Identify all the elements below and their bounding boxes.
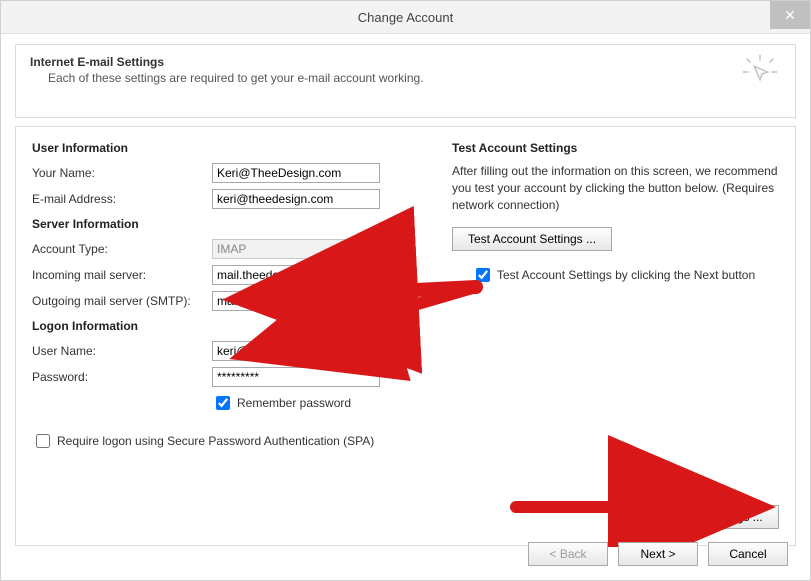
account-type-label: Account Type:	[32, 242, 212, 256]
window: Change Account ✕ Internet E-mail Setting…	[0, 0, 811, 581]
test-account-settings-button[interactable]: Test Account Settings ...	[452, 227, 612, 251]
incoming-label: Incoming mail server:	[32, 268, 212, 282]
header-subtitle: Each of these settings are required to g…	[48, 71, 781, 85]
section-logon-info: Logon Information	[32, 319, 422, 333]
test-description: After filling out the information on thi…	[452, 163, 779, 213]
outgoing-label: Outgoing mail server (SMTP):	[32, 294, 212, 308]
your-name-label: Your Name:	[32, 166, 212, 180]
right-column: Test Account Settings After filling out …	[452, 137, 779, 451]
header-title: Internet E-mail Settings	[30, 55, 781, 69]
section-user-info: User Information	[32, 141, 422, 155]
test-on-next-checkbox[interactable]	[476, 268, 490, 282]
remember-password-checkbox[interactable]	[216, 396, 230, 410]
test-on-next-label: Test Account Settings by clicking the Ne…	[497, 268, 755, 282]
back-button[interactable]: < Back	[528, 542, 608, 566]
window-title: Change Account	[358, 10, 453, 25]
section-test-title: Test Account Settings	[452, 141, 779, 155]
body-panel: User Information Your Name: E-mail Addre…	[15, 126, 796, 546]
footer-buttons: < Back Next > Cancel	[528, 542, 788, 566]
header-panel: Internet E-mail Settings Each of these s…	[15, 44, 796, 118]
email-input[interactable]	[212, 189, 380, 209]
chevron-down-icon: ⌄	[365, 242, 375, 256]
more-settings-button[interactable]: More Settings ...	[659, 505, 779, 529]
cancel-button[interactable]: Cancel	[708, 542, 788, 566]
account-type-select: IMAP ⌄	[212, 239, 380, 259]
left-column: User Information Your Name: E-mail Addre…	[32, 137, 422, 451]
close-button[interactable]: ✕	[770, 1, 810, 29]
close-icon: ✕	[784, 7, 796, 24]
remember-password-label: Remember password	[237, 396, 351, 410]
username-label: User Name:	[32, 344, 212, 358]
incoming-server-input[interactable]	[212, 265, 380, 285]
next-button[interactable]: Next >	[618, 542, 698, 566]
password-label: Password:	[32, 370, 212, 384]
your-name-input[interactable]	[212, 163, 380, 183]
email-label: E-mail Address:	[32, 192, 212, 206]
titlebar: Change Account ✕	[1, 1, 810, 34]
outgoing-server-input[interactable]	[212, 291, 380, 311]
password-input[interactable]	[212, 367, 380, 387]
username-input[interactable]	[212, 341, 380, 361]
spa-label: Require logon using Secure Password Auth…	[57, 434, 374, 448]
section-server-info: Server Information	[32, 217, 422, 231]
account-type-value: IMAP	[217, 242, 246, 256]
cursor-click-icon	[741, 53, 779, 91]
spa-checkbox[interactable]	[36, 434, 50, 448]
